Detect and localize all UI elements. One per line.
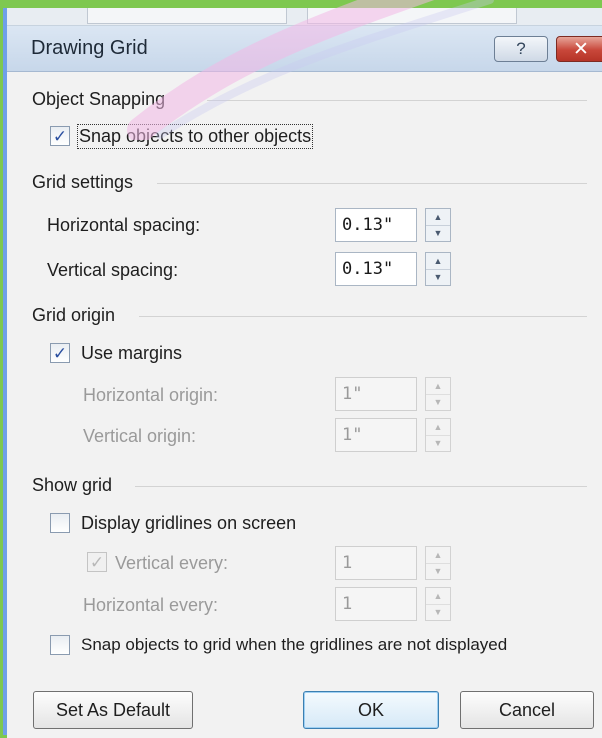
vertical-spacing-label: Vertical spacing: (47, 260, 179, 280)
vertical-spacing-spinner[interactable]: ▲ ▼ (425, 252, 451, 286)
horizontal-every-input: 1 (335, 587, 417, 621)
snap-to-grid-checkbox[interactable] (50, 635, 70, 655)
horizontal-origin-input: 1" (335, 377, 417, 411)
vertical-origin-label: Vertical origin: (83, 426, 197, 446)
spin-up-icon: ▲ (426, 547, 450, 564)
spin-down-icon[interactable]: ▼ (426, 226, 450, 242)
vertical-origin-input: 1" (335, 418, 417, 452)
use-margins-checkbox[interactable]: ✓ (50, 343, 70, 363)
horizontal-spacing-input[interactable]: 0.13" (335, 208, 417, 242)
horizontal-every-label: Horizontal every: (83, 595, 219, 615)
background-tab (87, 8, 287, 24)
use-margins-label[interactable]: Use margins (81, 343, 182, 364)
section-divider (207, 100, 587, 101)
close-button[interactable]: ✕ (556, 36, 602, 62)
section-divider (157, 183, 587, 184)
background-tab (307, 8, 517, 24)
help-button[interactable]: ? (494, 36, 548, 62)
section-grid-origin: Grid origin (32, 305, 116, 325)
horizontal-every-spinner: ▲ ▼ (425, 587, 451, 621)
vertical-every-label: Vertical every: (115, 553, 229, 573)
section-grid-settings: Grid settings (32, 172, 134, 192)
spin-down-icon: ▼ (433, 566, 443, 577)
vertical-every-input: 1 (335, 546, 417, 580)
dialog-body: Object Snapping ✓ Snap objects to other … (7, 72, 602, 738)
section-divider (135, 486, 587, 487)
ok-button[interactable]: OK (303, 691, 439, 729)
spin-down-icon[interactable]: ▼ (426, 270, 450, 286)
vertical-origin-spinner: ▲ ▼ (425, 418, 451, 452)
display-gridlines-checkbox[interactable] (50, 513, 70, 533)
horizontal-spacing-label: Horizontal spacing: (47, 215, 201, 235)
snap-objects-label[interactable]: Snap objects to other objects (76, 124, 314, 149)
spin-up-icon: ▲ (426, 419, 450, 436)
horizontal-spacing-spinner[interactable]: ▲ ▼ (425, 208, 451, 242)
spin-down-icon: ▼ (433, 607, 443, 618)
horizontal-origin-label: Horizontal origin: (83, 385, 219, 405)
section-divider (139, 316, 587, 317)
dialog-title: Drawing Grid (31, 37, 148, 59)
help-icon: ? (516, 39, 526, 58)
cancel-button[interactable]: Cancel (460, 691, 594, 729)
vertical-every-spinner: ▲ ▼ (425, 546, 451, 580)
section-show-grid: Show grid (32, 475, 113, 495)
close-icon: ✕ (573, 38, 589, 60)
snap-objects-checkbox[interactable]: ✓ (50, 126, 70, 146)
spin-down-icon: ▼ (433, 397, 443, 408)
title-bar: Drawing Grid ? ✕ (7, 26, 602, 72)
section-object-snapping: Object Snapping (32, 89, 166, 109)
snap-to-grid-label[interactable]: Snap objects to grid when the gridlines … (81, 635, 507, 655)
horizontal-origin-spinner: ▲ ▼ (425, 377, 451, 411)
display-gridlines-label[interactable]: Display gridlines on screen (81, 513, 296, 534)
background-window-strip (7, 8, 602, 26)
spin-up-icon: ▲ (426, 378, 450, 395)
spin-up-icon[interactable]: ▲ (426, 253, 450, 270)
vertical-spacing-input[interactable]: 0.13" (335, 252, 417, 286)
vertical-every-checkbox: ✓ (87, 552, 107, 572)
spin-down-icon: ▼ (433, 438, 443, 449)
spin-up-icon: ▲ (426, 588, 450, 605)
spin-up-icon[interactable]: ▲ (426, 209, 450, 226)
set-as-default-button[interactable]: Set As Default (33, 691, 193, 729)
